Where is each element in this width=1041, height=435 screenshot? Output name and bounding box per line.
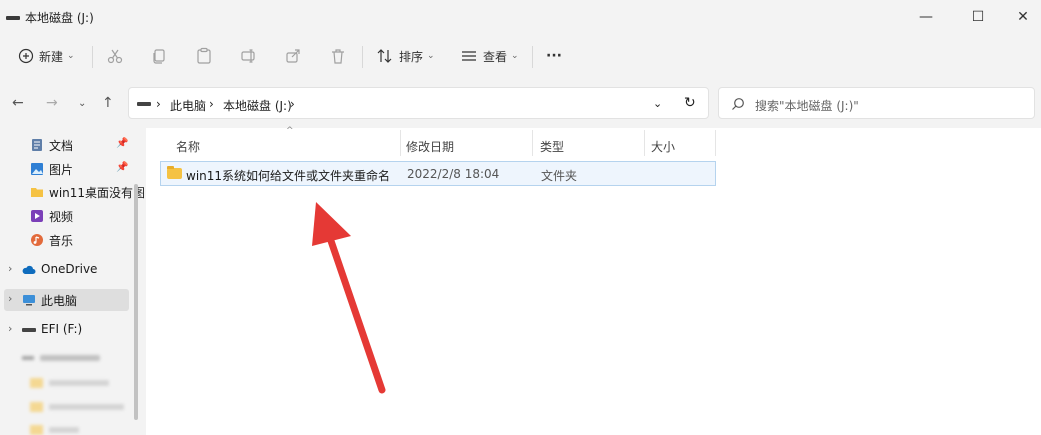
breadcrumb-this-pc[interactable]: 此电脑 (170, 97, 206, 114)
search-box[interactable]: 搜索"本地磁盘 (J:)" (718, 87, 1035, 119)
new-button[interactable]: 新建 ⌄ (18, 40, 75, 72)
column-divider[interactable] (532, 130, 533, 156)
sidebar-item-pictures[interactable]: 图片 📌 (0, 158, 132, 180)
view-label: 查看 (483, 49, 508, 64)
drive-icon (137, 102, 151, 106)
cut-button[interactable] (106, 40, 124, 72)
maximize-button[interactable]: ☐ (955, 0, 1001, 34)
command-bar: 新建 ⌄ 排序 ⌄ 查看 ⌄ ··· (0, 34, 1041, 78)
chevron-down-icon: ⌄ (67, 51, 75, 61)
forward-arrow-icon[interactable]: → (46, 95, 58, 111)
sidebar-item-label: OneDrive (41, 262, 98, 276)
plus-circle-icon (18, 48, 34, 64)
chevron-right-icon[interactable]: › (8, 322, 12, 335)
toolbar-divider (532, 46, 533, 68)
sidebar-item-documents[interactable]: 文档 📌 (0, 134, 132, 156)
video-icon (31, 210, 43, 222)
sidebar-item-music[interactable]: 音乐 (0, 229, 132, 251)
sidebar-item-label: 此电脑 (41, 294, 78, 308)
minimize-button[interactable]: — (903, 0, 949, 34)
up-arrow-icon[interactable]: ↑ (102, 95, 114, 111)
folder-icon (31, 188, 43, 197)
refresh-icon[interactable]: ↻ (684, 95, 696, 111)
drive-icon (22, 328, 36, 332)
address-row: ← → ⌄ ↑ › 此电脑 › 本地磁盘 (J:) › ⌄ ↻ 搜索"本地磁盘 … (0, 78, 1041, 128)
chevron-right-icon[interactable]: › (8, 292, 12, 305)
pin-icon: 📌 (116, 162, 129, 173)
breadcrumb-separator-icon[interactable]: › (156, 97, 161, 111)
address-bar[interactable]: › 此电脑 › 本地磁盘 (J:) › ⌄ ↻ (128, 87, 709, 119)
column-header-type[interactable]: 类型 (540, 138, 564, 155)
navigation-pane: 文档 📌 图片 📌 win11桌面没有图 视频 音乐 › OneDrive › … (0, 128, 145, 435)
view-button[interactable]: 查看 ⌄ (460, 40, 519, 72)
blurred-drive-entry (8, 354, 108, 362)
document-icon (32, 139, 42, 151)
blurred-folder-entry (30, 378, 120, 388)
toolbar-divider (92, 46, 93, 68)
sidebar-item-label: 音乐 (49, 234, 74, 248)
annotation-arrow (312, 202, 386, 394)
sidebar-item-efi-drive[interactable]: › EFI (F:) (0, 319, 132, 341)
drive-icon (6, 16, 20, 20)
breadcrumb-separator-icon[interactable]: › (290, 97, 295, 111)
toolbar-divider (362, 46, 363, 68)
sidebar-item-label: 图片 (49, 163, 74, 177)
chevron-down-icon: ⌄ (511, 51, 519, 61)
sidebar-item-label: EFI (F:) (41, 322, 83, 336)
paste-button[interactable] (195, 40, 213, 72)
list-view-icon (462, 51, 476, 61)
blurred-folder-entry (30, 402, 130, 412)
sort-button[interactable]: 排序 ⌄ (376, 40, 435, 72)
sidebar-item-label: 文档 (49, 139, 74, 153)
window-title: 本地磁盘 (J:) (25, 11, 94, 25)
chevron-down-icon: ⌄ (427, 51, 435, 61)
back-arrow-icon[interactable]: ← (12, 95, 24, 111)
sidebar-item-label: win11桌面没有图 (49, 186, 145, 200)
recent-locations-chevron-icon[interactable]: ⌄ (78, 98, 86, 109)
column-header-size[interactable]: 大小 (651, 138, 675, 155)
breadcrumb-local-disk[interactable]: 本地磁盘 (J:) (223, 97, 292, 114)
share-button[interactable] (284, 40, 302, 72)
search-placeholder: 搜索"本地磁盘 (J:)" (755, 99, 859, 113)
music-icon (31, 234, 43, 246)
close-button[interactable]: ✕ (1000, 0, 1041, 34)
sidebar-item-label: 视频 (49, 210, 74, 224)
sidebar-item-videos[interactable]: 视频 (0, 205, 132, 227)
sort-label: 排序 (399, 49, 424, 64)
arrow-shaft (326, 234, 386, 394)
address-history-chevron-icon[interactable]: ⌄ (653, 97, 662, 110)
arrow-head-icon (312, 202, 351, 246)
cloud-icon (22, 265, 36, 274)
chevron-right-icon[interactable]: › (8, 262, 12, 275)
copy-icon (153, 49, 165, 64)
new-label: 新建 (39, 49, 64, 64)
breadcrumb-separator-icon[interactable]: › (209, 97, 214, 111)
clipboard-icon (197, 47, 211, 64)
sidebar-item-this-pc[interactable]: › 此电脑 (4, 289, 129, 311)
rename-icon (241, 49, 255, 63)
sidebar-scrollbar[interactable] (134, 184, 138, 420)
column-divider[interactable] (644, 130, 645, 156)
file-type: 文件夹 (541, 169, 578, 183)
copy-button[interactable] (150, 40, 168, 72)
more-options-button[interactable]: ··· (546, 40, 562, 72)
trash-icon (332, 49, 344, 64)
picture-icon (31, 163, 43, 175)
rename-button[interactable] (240, 40, 258, 72)
pin-icon: 📌 (116, 138, 129, 149)
title-bar: 本地磁盘 (J:) — ☐ ✕ (0, 0, 1041, 34)
delete-button[interactable] (329, 40, 347, 72)
sidebar-item-onedrive[interactable]: › OneDrive (0, 259, 132, 281)
blurred-folder-entry (30, 425, 90, 435)
sidebar-item-win11-folder[interactable]: win11桌面没有图 (0, 181, 145, 203)
sort-icon (377, 49, 392, 63)
column-divider[interactable] (715, 130, 716, 156)
share-icon (286, 49, 300, 63)
computer-icon (23, 295, 35, 306)
search-icon (732, 98, 744, 110)
scissors-icon (107, 49, 123, 64)
